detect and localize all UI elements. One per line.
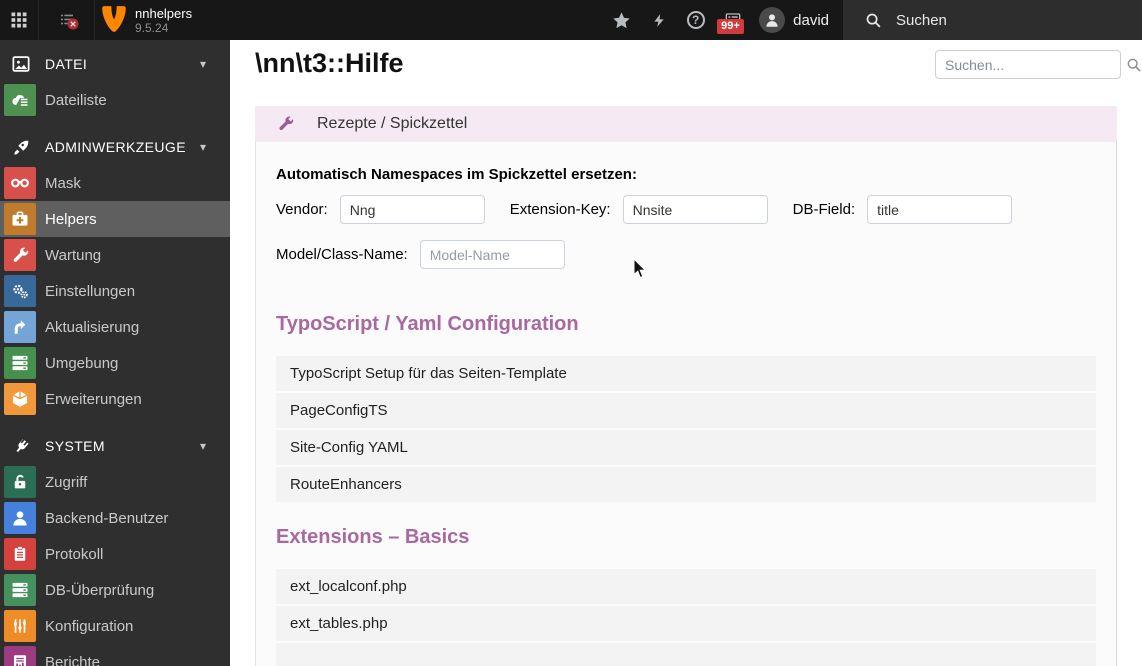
sidebar-item-erweiterungen[interactable]: Erweiterungen — [0, 381, 230, 417]
report-icon — [4, 646, 36, 666]
picture-icon — [12, 55, 30, 73]
gears-icon — [4, 275, 36, 307]
extension-key-input[interactable] — [622, 195, 768, 224]
model-class-name-input[interactable] — [419, 240, 565, 269]
cube-icon — [4, 383, 36, 415]
wrench-icon — [277, 115, 295, 133]
avatar — [759, 7, 786, 33]
sidebar-item-protokoll[interactable]: Protokoll — [0, 536, 230, 572]
module-menu: DATEI ▾ Dateiliste ADMINWERKZEUGE ▾ Mask… — [0, 40, 230, 666]
unlock-icon — [4, 466, 36, 498]
clipboard-icon — [4, 538, 36, 570]
user-menu-button[interactable]: david — [751, 7, 843, 33]
sidebar-item-umgebung[interactable]: Umgebung — [0, 345, 230, 381]
chevron-down-icon: ▾ — [200, 439, 207, 453]
app-version: 9.5.24 — [135, 20, 169, 35]
accordion-item[interactable]: ext_tables.php — [276, 606, 1096, 641]
db-field-input[interactable] — [867, 195, 1013, 224]
sidebar-item-konfiguration[interactable]: Konfiguration — [0, 608, 230, 644]
cache-menu-button[interactable] — [39, 0, 95, 40]
sidebar-item-dateiliste[interactable]: Dateiliste — [0, 82, 230, 118]
notifications-button[interactable]: 99+ — [714, 0, 751, 40]
module-brand: nnhelpers 9.5.24 — [95, 0, 192, 40]
sidebar-item-db-ueberpruefung[interactable]: DB-Überprüfung — [0, 572, 230, 608]
accordion-list-typoscript: TypoScript Setup für das Seiten-Template… — [276, 356, 1096, 502]
sidebar-item-mask[interactable]: Mask — [0, 165, 230, 201]
section-label: DATEI — [45, 56, 88, 72]
module-search-input[interactable] — [945, 56, 1126, 73]
vendor-label: Vendor: — [276, 201, 328, 218]
content-card: Automatisch Namespaces im Spickzettel er… — [255, 142, 1117, 666]
section-label: ADMINWERKZEUGE — [45, 139, 186, 155]
sidebar-item-helpers[interactable]: Helpers — [0, 201, 230, 237]
username: david — [793, 11, 829, 29]
help-icon: ? — [686, 11, 705, 29]
sidebar-item-einstellungen[interactable]: Einstellungen — [0, 273, 230, 309]
app-name: nnhelpers — [135, 5, 193, 21]
server-icon — [4, 347, 36, 379]
accordion-item[interactable]: RouteEnhancers — [276, 467, 1096, 502]
wrench-icon — [4, 239, 36, 271]
section-heading-extensions-basics: Extensions – Basics — [276, 526, 470, 548]
accordion-item[interactable] — [276, 643, 1096, 666]
module-content: \nn\t3::Hilfe Rezepte / Spickzettel Auto… — [230, 40, 1142, 666]
accordion-item[interactable]: PageConfigTS — [276, 393, 1096, 428]
section-heading-typoscript: TypoScript / Yaml Configuration — [276, 313, 579, 335]
section-header-datei[interactable]: DATEI ▾ — [0, 52, 230, 76]
typo3-logo-icon — [101, 5, 127, 35]
model-class-name-label: Model/Class-Name: — [276, 246, 408, 263]
sidebar-item-zugriff[interactable]: Zugriff — [0, 464, 230, 500]
banner-label: Rezepte / Spickzettel — [317, 115, 468, 132]
topbar-search[interactable]: Suchen — [843, 0, 1142, 40]
star-icon — [612, 11, 631, 30]
mask-icon — [4, 167, 36, 199]
form-heading: Automatisch Namespaces im Spickzettel er… — [276, 166, 637, 183]
accordion-item[interactable]: ext_localconf.php — [276, 569, 1096, 604]
notifications-badge: 99+ — [717, 19, 744, 34]
bolt-icon — [652, 11, 666, 30]
section-header-system[interactable]: SYSTEM ▾ — [0, 434, 230, 458]
chevron-down-icon: ▾ — [200, 57, 207, 71]
sliders-icon — [4, 610, 36, 642]
plug-icon — [12, 437, 30, 455]
search-icon — [865, 12, 882, 29]
database-icon — [4, 574, 36, 606]
page-title: \nn\t3::Hilfe — [255, 48, 404, 78]
sidebar-item-backend-benutzer[interactable]: Backend-Benutzer — [0, 500, 230, 536]
section-banner: Rezepte / Spickzettel — [255, 106, 1117, 142]
typo3-backend: nnhelpers 9.5.24 ? 99+ david Suchen DATE… — [0, 0, 1142, 666]
sidebar-item-wartung[interactable]: Wartung — [0, 237, 230, 273]
topbar: nnhelpers 9.5.24 ? 99+ david Suchen — [0, 0, 1142, 40]
accordion-list-extensions: ext_localconf.php ext_tables.php — [276, 569, 1096, 666]
bookmarks-button[interactable] — [603, 0, 640, 40]
modules-menu-button[interactable] — [0, 0, 39, 40]
accordion-item[interactable]: TypoScript Setup für das Seiten-Template — [276, 356, 1096, 391]
chevron-down-icon: ▾ — [200, 140, 207, 154]
user-icon — [4, 502, 36, 534]
system-info-button[interactable] — [640, 0, 677, 40]
rocket-icon — [12, 138, 30, 156]
topbar-search-label: Suchen — [896, 11, 947, 29]
accordion-item[interactable]: Site-Config YAML — [276, 430, 1096, 465]
list-error-icon — [59, 12, 78, 30]
section-header-adminwerkzeuge[interactable]: ADMINWERKZEUGE ▾ — [0, 135, 230, 159]
form-row-2: Model/Class-Name: — [276, 240, 1096, 269]
search-icon — [1126, 57, 1142, 73]
form-row-1: Vendor: Extension-Key: DB-Field: — [276, 195, 1096, 224]
firstaid-icon — [4, 203, 36, 235]
section-label: SYSTEM — [45, 438, 105, 454]
update-arrow-icon — [4, 311, 36, 343]
extension-key-label: Extension-Key: — [509, 201, 611, 218]
module-search-box — [935, 50, 1141, 79]
grid-icon — [10, 11, 28, 29]
topbar-toolbar: ? 99+ david — [603, 0, 843, 40]
filelist-icon — [4, 84, 36, 116]
sidebar-item-berichte[interactable]: Berichte — [0, 644, 230, 666]
help-button[interactable]: ? — [677, 0, 714, 40]
vendor-input[interactable] — [339, 195, 485, 224]
db-field-label: DB-Field: — [792, 201, 856, 218]
sidebar-item-aktualisierung[interactable]: Aktualisierung — [0, 309, 230, 345]
